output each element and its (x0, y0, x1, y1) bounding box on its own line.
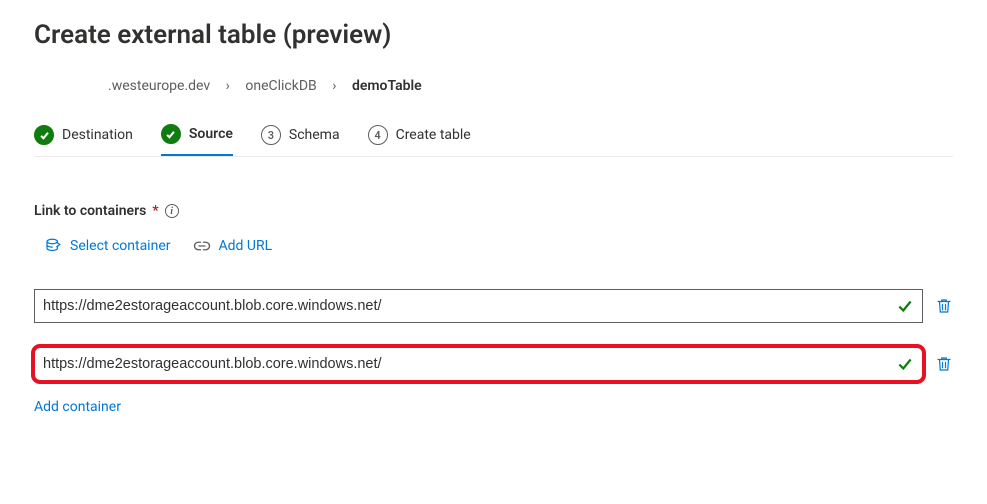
select-container-label: Select container (70, 238, 171, 254)
breadcrumb-sep-icon: › (332, 78, 336, 94)
container-url-input[interactable] (43, 356, 896, 372)
container-url-row (34, 289, 953, 323)
link-icon (193, 237, 211, 255)
delete-icon[interactable] (935, 355, 953, 373)
valid-check-icon (896, 297, 914, 315)
section-label-text: Link to containers (34, 203, 146, 219)
valid-check-icon (896, 355, 914, 373)
delete-icon[interactable] (935, 297, 953, 315)
step-number: 4 (368, 125, 388, 145)
step-label: Schema (289, 127, 340, 143)
wizard-steps: Destination Source 3 Schema 4 Create tab… (34, 124, 953, 157)
step-schema[interactable]: 3 Schema (261, 124, 340, 156)
select-container-button[interactable]: Select container (44, 237, 171, 255)
container-url-input[interactable] (43, 298, 896, 314)
check-icon (34, 125, 54, 145)
step-create-table[interactable]: 4 Create table (368, 124, 471, 156)
check-icon (161, 124, 181, 144)
step-label: Destination (62, 127, 133, 143)
breadcrumb-sep-icon: › (226, 78, 230, 94)
add-url-button[interactable]: Add URL (193, 237, 273, 255)
section-label: Link to containers * i (34, 203, 953, 219)
required-mark: * (152, 203, 158, 219)
step-label: Create table (396, 127, 471, 143)
container-icon (44, 237, 62, 255)
info-icon[interactable]: i (165, 204, 179, 218)
step-number: 3 (261, 125, 281, 145)
breadcrumb-database[interactable]: oneClickDB (245, 78, 316, 94)
step-source[interactable]: Source (161, 124, 233, 156)
breadcrumb-cluster[interactable]: .westeurope.dev (108, 78, 210, 94)
add-url-label: Add URL (219, 238, 273, 254)
breadcrumb-table: demoTable (352, 78, 422, 94)
step-destination[interactable]: Destination (34, 124, 133, 156)
breadcrumb: .westeurope.dev › oneClickDB › demoTable (34, 78, 953, 94)
page-title: Create external table (preview) (34, 20, 953, 50)
step-label: Source (189, 126, 233, 142)
add-container-button[interactable]: Add container (34, 399, 121, 415)
container-url-row (34, 347, 953, 381)
